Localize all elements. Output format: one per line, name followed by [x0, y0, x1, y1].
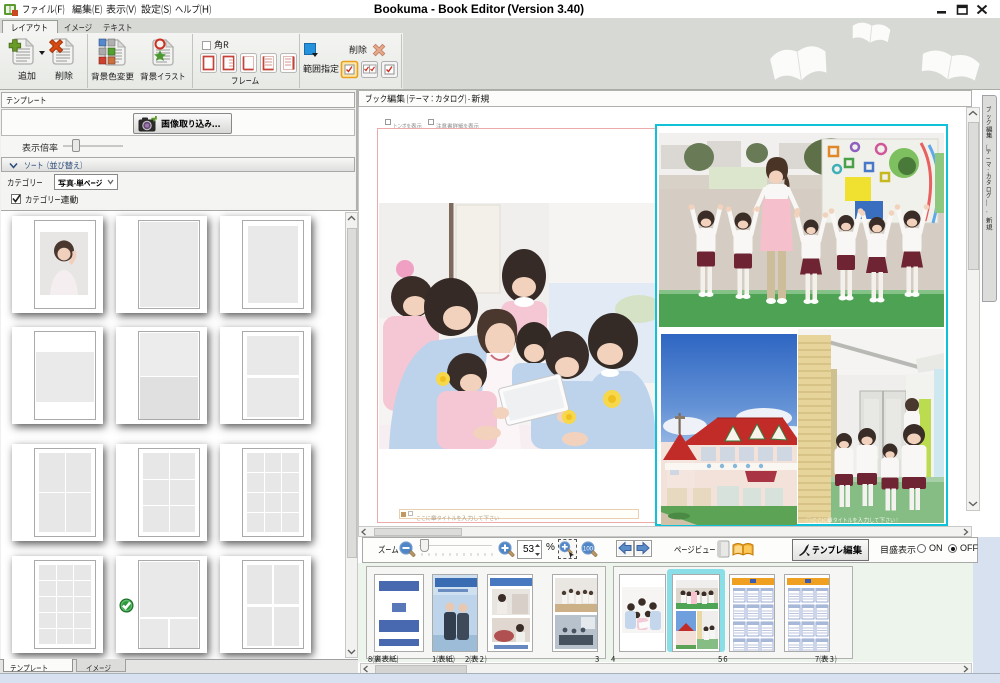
svg-text:100: 100 [583, 546, 594, 552]
